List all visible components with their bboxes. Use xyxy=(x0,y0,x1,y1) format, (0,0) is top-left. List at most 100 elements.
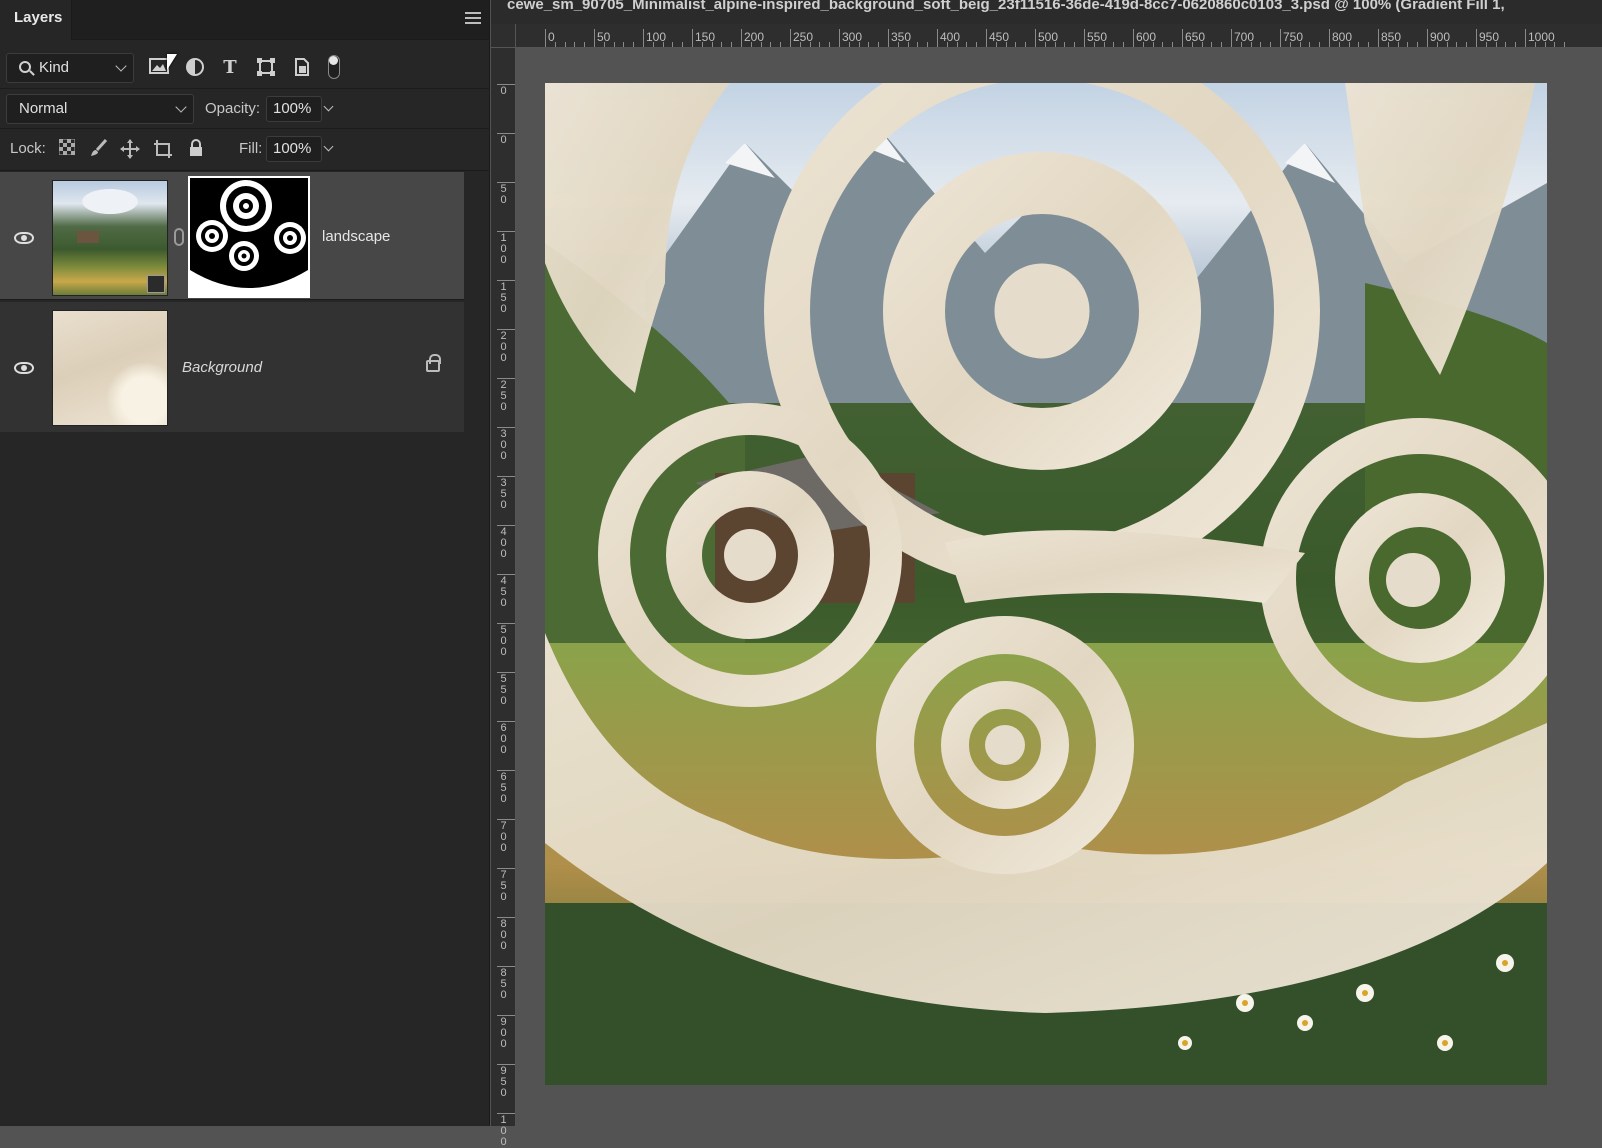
smart-object-badge-icon xyxy=(147,275,165,293)
ruler-minor-tick xyxy=(1446,42,1448,47)
vertical-ruler[interactable]: 0 0 50 100 150 200 250 300 350 400 450 500 550 600 650… xyxy=(491,48,516,1148)
hamburger-menu-icon[interactable] xyxy=(465,12,481,26)
horizontal-ruler[interactable]: 0 50 100 150 200 250 300 350 400 450 500 550 600 650 7… xyxy=(516,24,1602,48)
ruler-tick xyxy=(497,378,515,379)
ruler-minor-tick xyxy=(750,42,752,47)
ruler-tick-label: 300 xyxy=(500,428,507,462)
ruler-minor-tick xyxy=(1319,42,1321,47)
ruler-minor-tick xyxy=(1152,42,1154,47)
ruler-minor-tick xyxy=(848,42,850,47)
ruler-tick xyxy=(497,182,515,183)
ruler-minor-tick xyxy=(1191,42,1193,47)
chevron-down-icon xyxy=(115,60,127,72)
visibility-eye-icon[interactable] xyxy=(14,232,34,244)
ruler-minor-tick xyxy=(760,42,762,47)
ruler-minor-tick xyxy=(1417,42,1419,47)
opacity-input[interactable]: 100% xyxy=(266,96,322,122)
ruler-tick-label: 250 xyxy=(500,379,507,413)
lock-artboard-icon[interactable] xyxy=(152,139,174,161)
ruler-minor-tick xyxy=(956,42,958,47)
ruler-tick-label: 50 xyxy=(500,183,507,206)
ruler-tick xyxy=(497,280,515,281)
ruler-minor-tick xyxy=(1505,42,1507,47)
filter-toggle-switch[interactable] xyxy=(328,55,340,79)
ruler-minor-tick xyxy=(1005,42,1007,47)
canvas-artwork xyxy=(545,83,1547,1085)
ruler-minor-tick xyxy=(1054,42,1056,47)
type-filter-icon[interactable]: T xyxy=(219,57,241,79)
ruler-tick-label: 500 xyxy=(500,624,507,658)
ruler-minor-tick xyxy=(1123,42,1125,47)
ruler-tick-label: 350 xyxy=(500,477,507,511)
ruler-minor-tick xyxy=(1387,42,1389,47)
ruler-tick-label: 100 xyxy=(500,1114,507,1148)
ruler-tick xyxy=(497,819,515,820)
ruler-tick-label: 700 xyxy=(500,820,507,854)
ruler-minor-tick xyxy=(1299,42,1301,47)
ruler-tick xyxy=(888,29,889,47)
layer-thumbnail-background[interactable] xyxy=(52,310,168,426)
ruler-tick xyxy=(497,917,515,918)
ruler-tick xyxy=(741,29,742,47)
ruler-minor-tick xyxy=(613,42,615,47)
ruler-tick xyxy=(839,29,840,47)
blend-mode-dropdown[interactable]: Normal xyxy=(6,94,194,124)
ruler-minor-tick xyxy=(1456,42,1458,47)
kind-filter-dropdown[interactable]: Kind xyxy=(6,53,134,83)
layer-mask-thumbnail[interactable] xyxy=(188,176,310,298)
tab-layers[interactable]: Layers xyxy=(0,0,72,40)
layer-thumbnail-landscape[interactable] xyxy=(52,180,168,296)
layer-locked-icon[interactable] xyxy=(426,354,441,372)
lock-image-icon[interactable] xyxy=(88,138,110,161)
ruler-tick xyxy=(1476,29,1477,47)
layer-row-landscape[interactable]: landscape xyxy=(0,172,464,300)
ruler-minor-tick xyxy=(780,42,782,47)
ruler-tick-label: 400 xyxy=(500,526,507,560)
opacity-slider-toggle[interactable] xyxy=(320,96,338,122)
ruler-minor-tick xyxy=(1221,42,1223,47)
layer-row-background[interactable]: Background xyxy=(0,302,464,432)
fill-slider-toggle[interactable] xyxy=(320,136,338,162)
ruler-minor-tick xyxy=(907,42,909,47)
lock-position-icon[interactable] xyxy=(119,139,141,161)
ruler-tick xyxy=(545,29,546,47)
ruler-minor-tick xyxy=(1142,42,1144,47)
ruler-tick xyxy=(1427,29,1428,47)
ruler-minor-tick xyxy=(1162,42,1164,47)
document-tab-title[interactable]: cewe_sm_90705_Minimalist_alpine-inspired… xyxy=(491,0,1602,24)
ruler-minor-tick xyxy=(917,42,919,47)
ruler-minor-tick xyxy=(633,42,635,47)
ruler-minor-tick xyxy=(1211,42,1213,47)
layer-name-background[interactable]: Background xyxy=(182,359,262,376)
ruler-minor-tick xyxy=(662,42,664,47)
ruler-minor-tick xyxy=(1309,42,1311,47)
ruler-tick xyxy=(497,525,515,526)
ruler-tick-label: 800 xyxy=(500,918,507,952)
ruler-minor-tick xyxy=(574,42,576,47)
ruler-minor-tick xyxy=(770,42,772,47)
fill-input[interactable]: 100% xyxy=(266,136,322,162)
ruler-minor-tick xyxy=(1368,42,1370,47)
ruler-minor-tick xyxy=(1554,42,1556,47)
ruler-minor-tick xyxy=(1044,42,1046,47)
lock-all-icon[interactable] xyxy=(185,139,207,161)
ruler-tick xyxy=(497,868,515,869)
ruler-minor-tick xyxy=(1466,42,1468,47)
shape-filter-icon[interactable] xyxy=(255,57,277,79)
ruler-minor-tick xyxy=(564,42,566,47)
ruler-minor-tick xyxy=(1358,42,1360,47)
visibility-eye-icon[interactable] xyxy=(14,362,34,374)
ruler-tick xyxy=(497,84,515,85)
lock-transparent-icon[interactable] xyxy=(56,138,78,161)
ruler-origin[interactable] xyxy=(491,24,516,48)
layer-name-landscape[interactable]: landscape xyxy=(322,228,390,245)
image-canvas[interactable] xyxy=(545,83,1547,1085)
ruler-tick xyxy=(497,329,515,330)
ruler-tick-label: 750 xyxy=(500,869,507,903)
smart-object-filter-icon[interactable] xyxy=(291,57,313,79)
thumbnail-cabin xyxy=(77,231,99,243)
ruler-tick xyxy=(497,672,515,673)
adjustment-filter-icon[interactable] xyxy=(184,57,206,79)
mask-link-icon[interactable] xyxy=(174,228,184,246)
ruler-minor-tick xyxy=(1436,42,1438,47)
